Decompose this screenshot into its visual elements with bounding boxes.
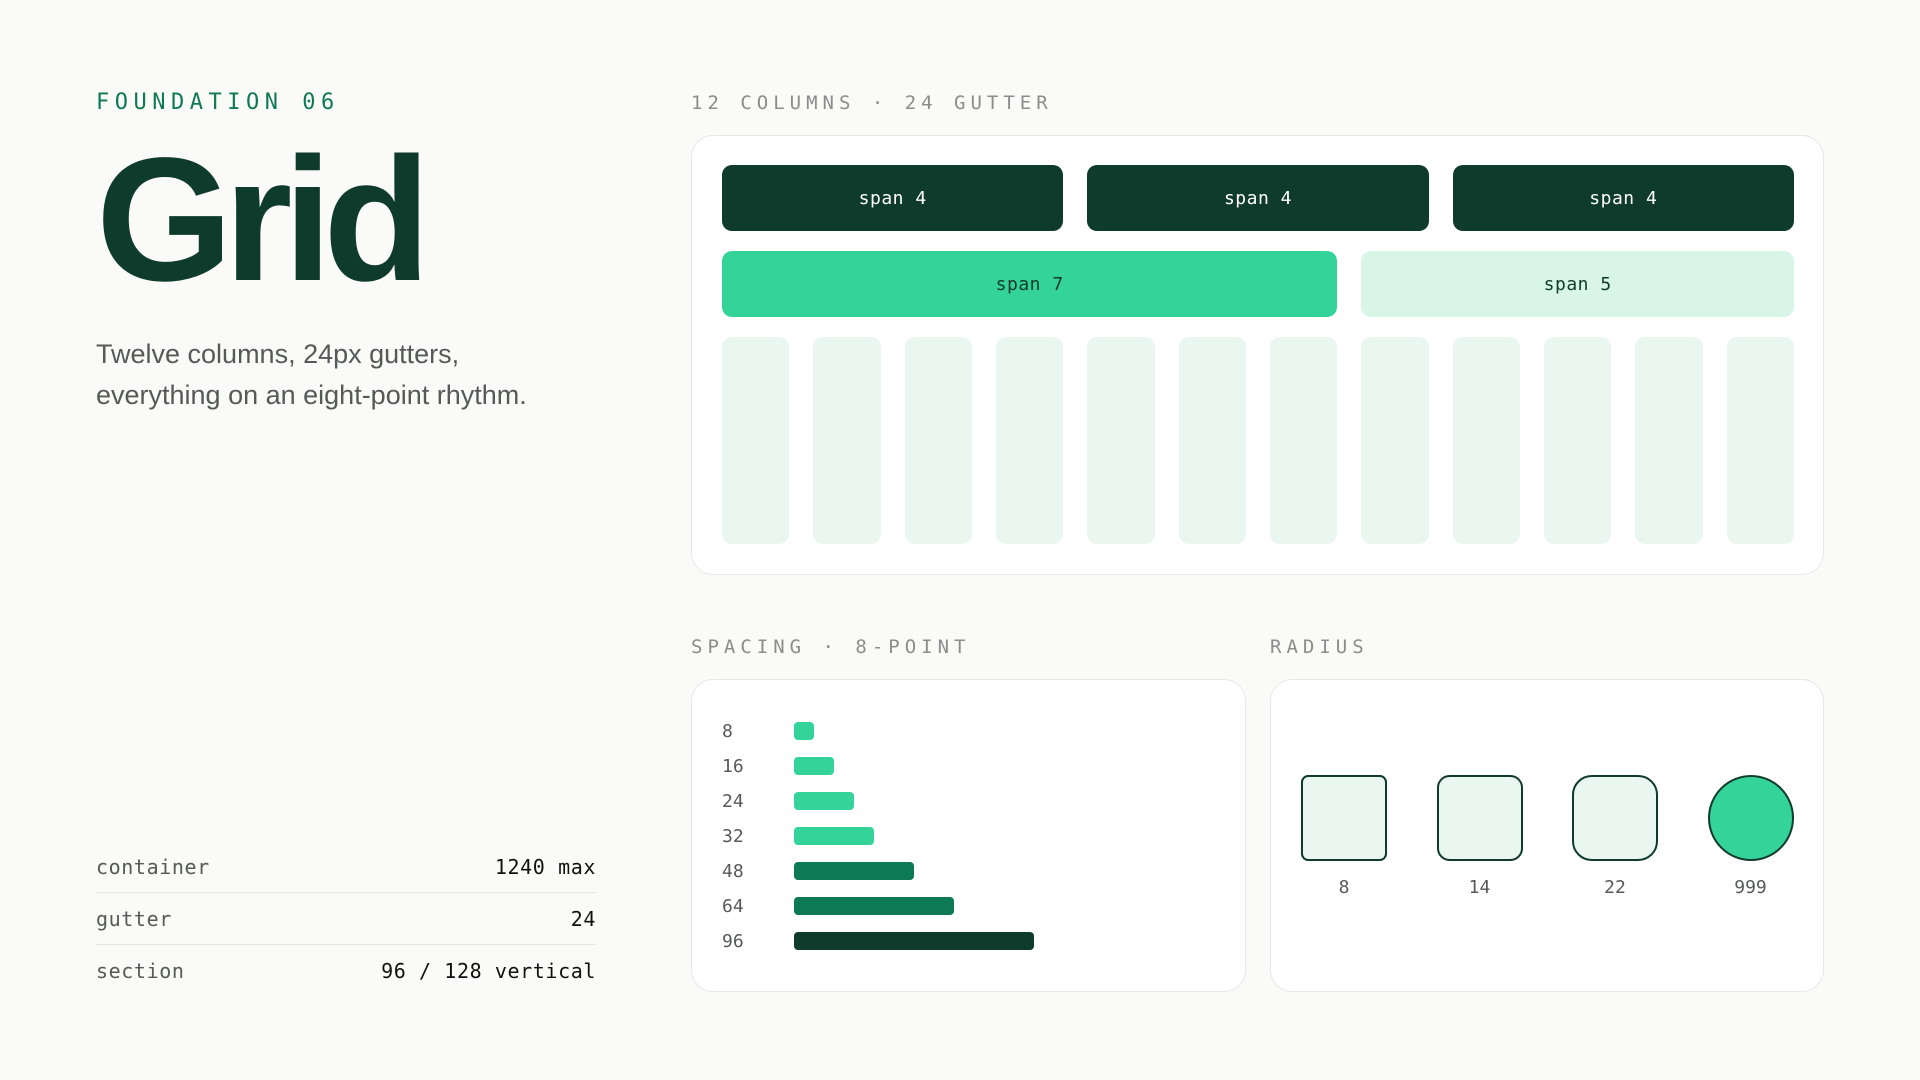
radius-value: 8 (1338, 877, 1350, 898)
spacing-step: 48 (722, 860, 914, 882)
spacing-section-label: SPACING · 8-POINT (691, 636, 971, 658)
radius-card: 8 14 22 999 (1270, 679, 1824, 992)
column-guide (1178, 337, 1246, 544)
spacing-step: 96 (722, 930, 1034, 952)
spacing-value: 8 (722, 720, 733, 742)
span-block: span 4 (1087, 165, 1429, 231)
spec-label: section (96, 958, 185, 983)
spec-row-gutter: gutter 24 (96, 893, 596, 945)
column-guide (1726, 337, 1794, 544)
column-guide (1361, 337, 1429, 544)
span-row-2: span 7 span 5 (722, 251, 1794, 317)
spec-label: gutter (96, 906, 172, 931)
spec-value: 1240 max (494, 854, 596, 879)
page-title: Grid (96, 122, 431, 318)
column-guides (722, 337, 1794, 544)
spacing-step: 8 (722, 720, 814, 742)
spacing-bar (794, 757, 834, 775)
radius-preview (1707, 775, 1794, 861)
spec-table: container 1240 max gutter 24 section 96 … (96, 841, 596, 996)
spec-value: 96 / 128 vertical (381, 958, 596, 983)
radius-preview (1436, 775, 1523, 861)
column-guide (813, 337, 881, 544)
spec-value: 24 (570, 906, 596, 931)
grid-section-label: 12 COLUMNS · 24 GUTTER (691, 92, 1053, 114)
column-guide (1087, 337, 1155, 544)
spacing-bar (794, 932, 1034, 950)
spec-row-container: container 1240 max (96, 841, 596, 893)
radius-preview (1572, 775, 1658, 861)
spacing-step: 32 (722, 825, 874, 847)
spacing-bar (794, 792, 854, 810)
spec-row-section: section 96 / 128 vertical (96, 945, 596, 996)
spec-label: container (96, 854, 210, 879)
spacing-bar (794, 862, 914, 880)
radius-value: 14 (1468, 877, 1491, 898)
column-guide (1543, 337, 1612, 544)
radius-value: 22 (1604, 877, 1626, 898)
page-description: Twelve columns, 24px gutters, everything… (96, 339, 527, 410)
radius-swatch: 999 (1707, 775, 1794, 898)
spacing-step: 16 (722, 755, 834, 777)
spacing-bar (794, 722, 814, 740)
spacing-value: 24 (722, 790, 744, 812)
radius-section-label: RADIUS (1270, 636, 1369, 658)
spacing-step: 64 (722, 895, 954, 917)
radius-preview (1301, 775, 1387, 861)
column-guide (1452, 337, 1520, 544)
eyebrow-label: FOUNDATION 06 (96, 90, 340, 115)
column-guide (1635, 337, 1703, 544)
spacing-bar (794, 897, 954, 915)
spacing-value: 16 (722, 755, 744, 777)
span-block: span 5 (1361, 251, 1794, 317)
span-block: span 4 (1452, 165, 1794, 231)
column-guide (904, 337, 972, 544)
span-block: span 4 (722, 165, 1064, 231)
spacing-step: 24 (722, 790, 854, 812)
radius-swatch: 22 (1572, 775, 1658, 898)
radius-value: 999 (1734, 877, 1767, 898)
radius-swatch: 14 (1436, 775, 1523, 898)
spacing-value: 32 (722, 825, 744, 847)
radius-swatch: 8 (1301, 775, 1387, 898)
span-row-1: span 4 span 4 span 4 (722, 165, 1794, 231)
spacing-value: 48 (722, 860, 744, 882)
column-guide (995, 337, 1064, 544)
span-block: span 7 (722, 251, 1338, 317)
spacing-value: 96 (722, 930, 744, 952)
spacing-card: 8 16 24 32 48 64 96 (691, 679, 1246, 992)
spacing-value: 64 (722, 895, 744, 917)
spacing-bar (794, 827, 874, 845)
column-guide (1269, 337, 1338, 544)
column-guide (722, 337, 790, 544)
grid-card: span 4 span 4 span 4 span 7 span 5 (691, 135, 1824, 575)
